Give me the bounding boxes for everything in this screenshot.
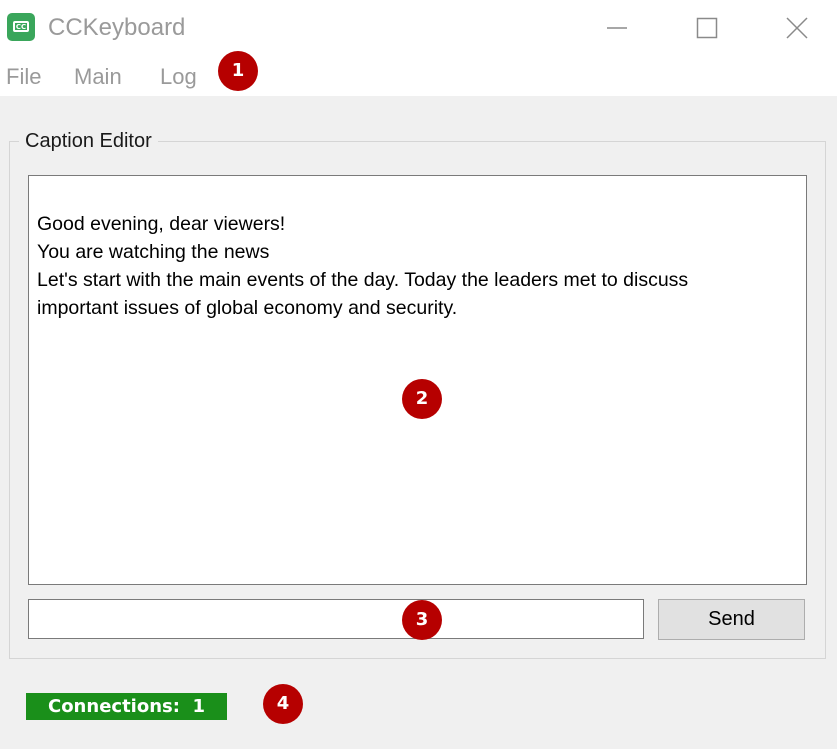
annotation-badge: 2 [402,379,442,419]
minimize-button[interactable] [594,0,640,56]
window-title: CCKeyboard [48,14,186,41]
menu-item-file[interactable]: File [6,64,41,90]
annotation-badge: 3 [402,600,442,640]
maximize-button[interactable] [684,0,730,56]
caption-line: Let's start with the main events of the … [37,269,689,291]
annotation-badge: 4 [263,684,303,724]
app-icon-text: CC [13,21,29,32]
caption-line: You are watching the news [37,241,270,263]
menu-item-main[interactable]: Main [74,64,122,90]
caption-line: important issues of global economy and s… [37,297,458,319]
close-button[interactable] [774,0,820,56]
maximize-icon [696,17,718,39]
send-button[interactable]: Send [658,599,805,640]
connections-status: Connections: 1 [26,693,227,720]
caption-line: Good evening, dear viewers! [37,213,286,235]
caption-editor-label: Caption Editor [19,129,158,153]
menu-item-log[interactable]: Log [160,64,197,90]
cc-keyboard-icon: CC [7,13,35,41]
minimize-icon [607,27,627,29]
connections-count: 1 [192,696,206,717]
caption-input[interactable] [28,599,644,639]
title-bar: CC CCKeyboard [0,0,837,56]
annotation-badge: 1 [218,51,258,91]
connections-label: Connections: [47,696,180,717]
close-icon [786,17,808,39]
menu-bar: File Main Log [0,56,837,96]
